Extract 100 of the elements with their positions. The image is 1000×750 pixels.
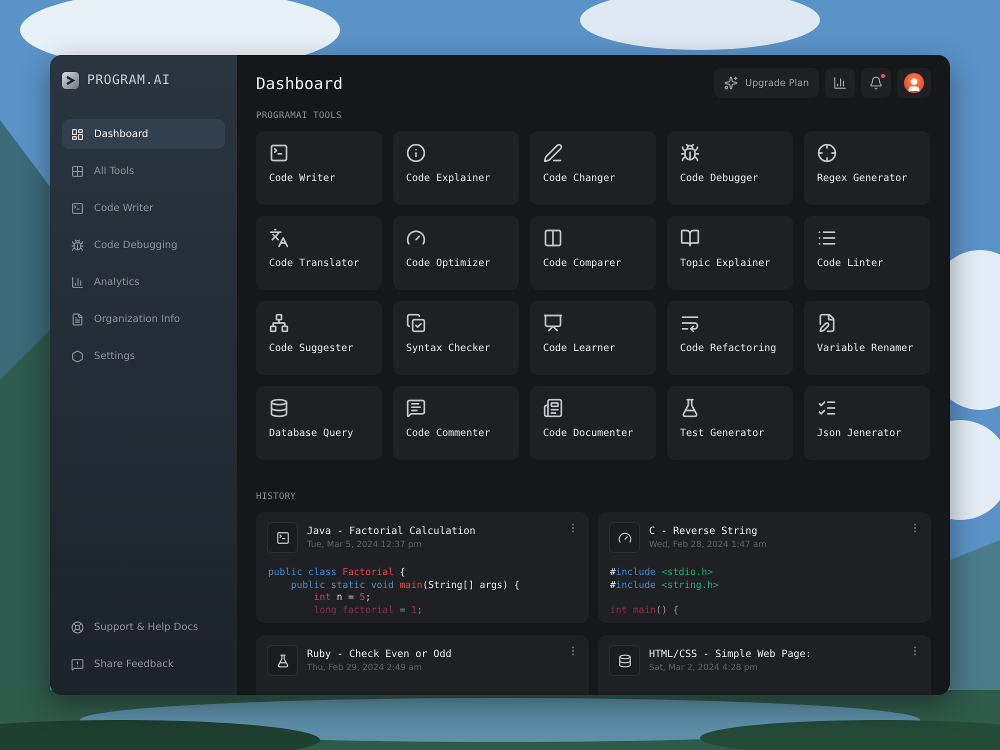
tool-card[interactable]: Json Jenerator (804, 386, 930, 460)
upgrade-button[interactable]: Upgrade Plan (714, 68, 819, 98)
nav-icon (71, 164, 84, 178)
tool-card[interactable]: Code Refactoring (667, 301, 793, 375)
pen-icon (543, 143, 563, 163)
sidebar-item[interactable]: Code Debugging (62, 230, 225, 260)
sidebar-item[interactable]: Code Writer (62, 193, 225, 223)
tool-card[interactable]: Database Query (256, 386, 382, 460)
database-icon (609, 645, 640, 676)
tool-label: Code Suggester (269, 343, 354, 354)
sparkle-icon (724, 76, 738, 90)
nav-icon (71, 350, 84, 362)
tool-label: Json Jenerator (817, 428, 902, 439)
history-date: Thu, Feb 29, 2024 2:49 am (307, 663, 423, 673)
sidebar-item[interactable]: Share Feedback (62, 649, 225, 679)
flask-icon (267, 645, 298, 676)
tool-card[interactable]: Code Commenter (393, 386, 519, 460)
page-title: Dashboard (256, 74, 343, 92)
tool-label: Code Debugger (680, 173, 760, 184)
tool-label: Code Documenter (543, 428, 634, 439)
tool-card[interactable]: Code Writer (256, 131, 382, 205)
profile-button[interactable] (897, 68, 931, 98)
notification-button[interactable] (861, 68, 891, 98)
sidebar-item[interactable]: Analytics (62, 267, 225, 297)
terminal-icon (267, 522, 298, 553)
history-title: C - Reverse String (649, 526, 758, 537)
file-edit-icon (817, 313, 837, 333)
tool-card[interactable]: Code Learner (530, 301, 656, 375)
history-date: Tue, Mar 5, 2024 12:37 pm (307, 540, 423, 550)
nav-icon (71, 202, 84, 214)
document-icon (543, 398, 563, 418)
tool-label: Code Commenter (406, 428, 492, 439)
section-heading: PROGRAMAI TOOLS (256, 111, 343, 121)
tool-card[interactable]: Code Translator (256, 216, 382, 290)
history-card[interactable]: Ruby - Check Even or Odd Thu, Feb 29, 2024 2:49 am (256, 635, 589, 695)
flask-icon (680, 398, 700, 418)
tool-label: Test Generator (680, 428, 766, 439)
tool-card[interactable]: Code Comparer (530, 216, 656, 290)
terminal-icon (269, 143, 289, 163)
nav-icon (71, 238, 84, 252)
tool-card[interactable]: Code Suggester (256, 301, 382, 375)
tool-card[interactable]: Code Explainer (393, 131, 519, 205)
nav-icon (71, 312, 84, 326)
code-snippet: #include <stdio.h> #include <string.h> int main() { (610, 567, 720, 617)
logo-icon (62, 72, 79, 88)
tool-label: Code Translator (269, 258, 360, 269)
bell-icon (869, 76, 883, 90)
tool-label: Code Explainer (406, 173, 492, 184)
history-card[interactable]: C - Reverse String Wed, Feb 28, 2024 1:47 am #include <stdio.h> #include <string.h> int main() { (598, 512, 931, 623)
tool-card[interactable]: Regex Generator (804, 131, 930, 205)
tool-label: Syntax Checker (406, 343, 492, 354)
avatar-icon (904, 73, 924, 93)
tool-card[interactable]: Test Generator (667, 386, 793, 460)
tool-card[interactable]: Code Changer (530, 131, 656, 205)
book-icon (680, 228, 700, 248)
comment-icon (406, 398, 426, 418)
tool-label: Regex Generator (817, 173, 908, 184)
history-card[interactable]: Java - Factorial Calculation Tue, Mar 5, 2024 12:37 pm public class Factorial { public static void main(String[] args) { int n = 5; long factorial = 1; (256, 512, 589, 623)
feedback-icon (71, 658, 84, 670)
bug-icon (680, 143, 700, 163)
translate-icon (269, 228, 289, 248)
tool-label: Code Linter (817, 258, 884, 269)
database-icon (269, 398, 289, 418)
analytics-button[interactable] (825, 68, 855, 98)
sidebar-item[interactable]: Settings (62, 341, 225, 371)
tool-label: Code Changer (543, 173, 616, 184)
history-title: Ruby - Check Even or Odd (307, 649, 452, 660)
lifebuoy-icon (71, 620, 84, 634)
tool-card[interactable]: Syntax Checker (393, 301, 519, 375)
code-snippet: public class Factorial { public static void main(String[] args) { int n = 5; long factorial = 1; (268, 567, 521, 617)
tool-card[interactable]: Code Debugger (667, 131, 793, 205)
sidebar-item[interactable]: All Tools (62, 156, 225, 186)
tool-card[interactable]: Code Linter (804, 216, 930, 290)
history-date: Wed, Feb 28, 2024 1:47 am (649, 540, 767, 550)
tool-label: Code Comparer (543, 258, 622, 269)
tool-label: Variable Renamer (817, 343, 914, 354)
sidebar-item[interactable]: Support & Help Docs (62, 612, 225, 642)
tool-card[interactable]: Variable Renamer (804, 301, 930, 375)
tool-card[interactable]: Code Documenter (530, 386, 656, 460)
history-date: Sat, Mar 2, 2024 4:28 pm (649, 663, 759, 673)
check-copy-icon (406, 313, 426, 333)
gauge-icon (609, 522, 640, 553)
hierarchy-icon (269, 313, 289, 333)
nav-icon (71, 276, 84, 288)
tool-card[interactable]: Code Optimizer (393, 216, 519, 290)
tool-card[interactable]: Topic Explainer (667, 216, 793, 290)
crosshair-icon (817, 143, 837, 163)
tool-label: Code Learner (543, 343, 616, 354)
history-title: HTML/CSS - Simple Web Page: (649, 649, 812, 660)
tool-label: Code Optimizer (406, 258, 492, 269)
tool-label: Topic Explainer (680, 258, 772, 269)
brand-name: PROGRAM.AI (87, 72, 170, 88)
teacher-board-icon (543, 313, 563, 333)
sidebar-item[interactable]: Dashboard (62, 119, 225, 149)
info-icon (406, 143, 426, 163)
section-heading: HISTORY (256, 492, 298, 502)
history-card[interactable]: HTML/CSS - Simple Web Page: Sat, Mar 2, 2024 4:28 pm (598, 635, 931, 695)
history-title: Java - Factorial Calculation (307, 526, 476, 537)
tool-label: Code Writer (269, 173, 336, 184)
sidebar-item[interactable]: Organization Info (62, 304, 225, 334)
